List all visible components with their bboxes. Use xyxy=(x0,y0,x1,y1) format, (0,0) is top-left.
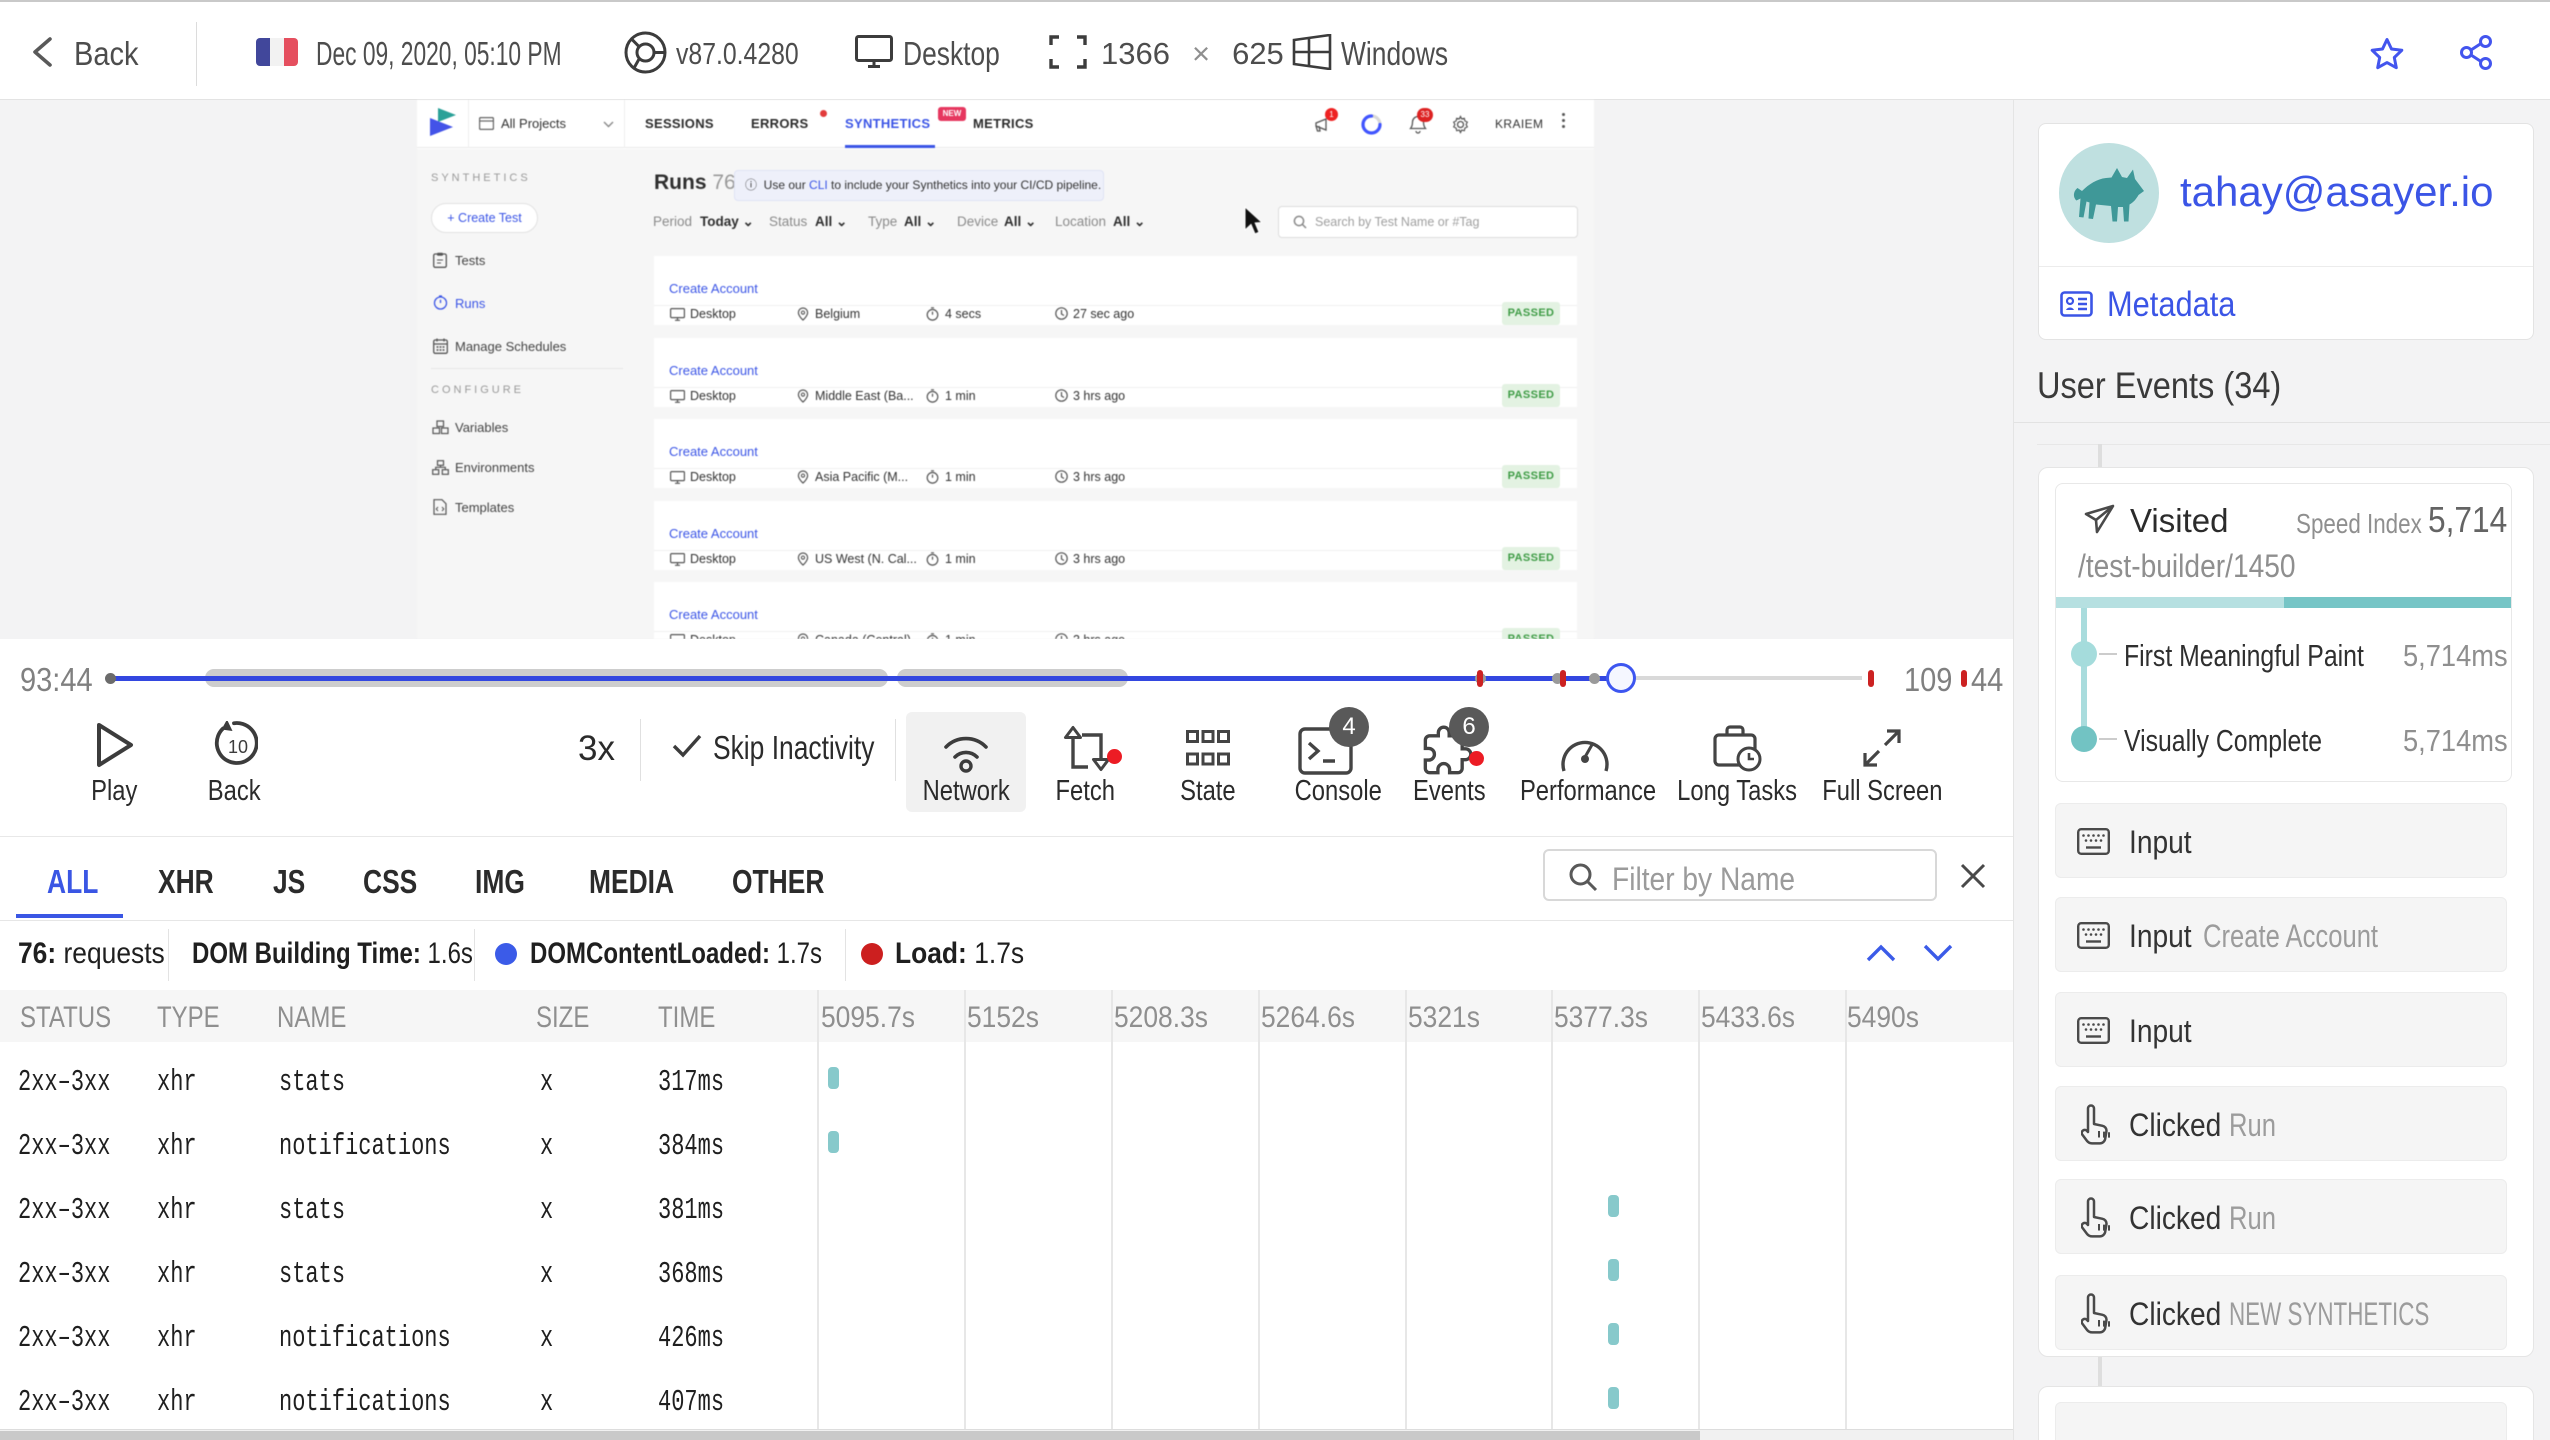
svg-text:10: 10 xyxy=(228,737,248,757)
